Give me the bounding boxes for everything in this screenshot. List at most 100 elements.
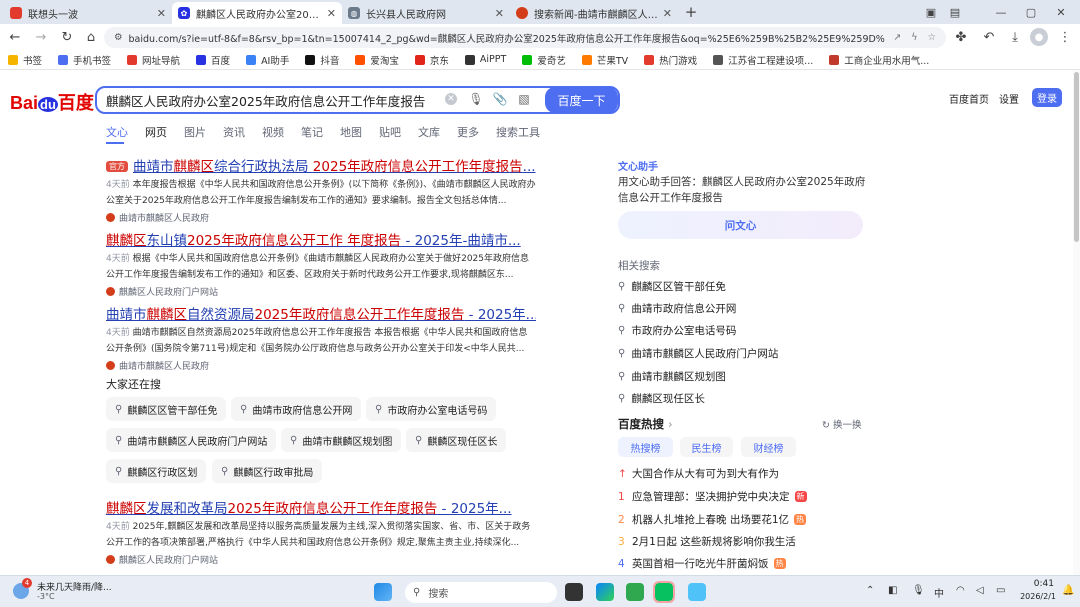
close-window-icon[interactable]: ✕	[1050, 4, 1072, 20]
related-search-item[interactable]: ⚲ 曲靖市麒麟区人民政府门户网站	[618, 346, 778, 361]
bookmark-item[interactable]: 京东	[414, 53, 449, 67]
bookmark-item[interactable]: AiPPT	[464, 54, 506, 65]
edge-browser-icon[interactable]	[596, 583, 614, 601]
also-searched-chip[interactable]: ⚲ 麒麟区区管干部任免	[106, 397, 227, 421]
chevron-up-icon[interactable]: ⌃	[866, 585, 874, 596]
bookmark-item[interactable]: AI助手	[246, 53, 289, 67]
bookmark-item[interactable]: 工商企业用水用气...	[829, 53, 929, 67]
result-source[interactable]: 麒麟区人民政府门户网站	[106, 285, 536, 298]
hot-item[interactable]: 3 2月1日起 这些新规将影响你我生活	[618, 534, 796, 549]
home-icon[interactable]: ⌂	[82, 28, 100, 46]
system-tray-icon[interactable]: ◧	[888, 585, 897, 596]
result-source[interactable]: 麒麟区人民政府门户网站	[106, 553, 536, 566]
refresh-button[interactable]: ↻ 换一换	[822, 417, 862, 431]
scrollbar-thumb[interactable]	[1074, 72, 1079, 242]
tab-map[interactable]: 地图	[340, 124, 362, 140]
bookmark-item[interactable]: 热门游戏	[644, 53, 697, 67]
hot-item[interactable]: ↑ 大国合作从大有可为到大有作为	[618, 466, 779, 481]
tab-1[interactable]: 联想头一波 ✕	[4, 2, 172, 24]
ask-wenxin-button[interactable]: 问文心	[618, 211, 863, 239]
result-title-link[interactable]: 官方 曲靖市麒麟区综合行政执法局 2025年政府信息公开工作年度报告...	[106, 155, 536, 175]
baidu-logo[interactable]: Bai du 百度	[10, 89, 94, 115]
ime-indicator[interactable]: 中	[934, 585, 944, 600]
extensions-icon[interactable]: ▤	[944, 4, 966, 20]
close-icon[interactable]: ✕	[327, 7, 336, 20]
related-search-item[interactable]: ⚲ 曲靖市政府信息公开网	[618, 301, 736, 316]
reload-icon[interactable]: ↻	[58, 28, 76, 46]
related-search-item[interactable]: ⚲ 麒麟区区管干部任免	[618, 279, 726, 294]
baidu-home-link[interactable]: 百度首页	[949, 91, 989, 106]
task-view-icon[interactable]	[565, 583, 583, 601]
undo-icon[interactable]: ↶	[980, 28, 998, 46]
hot-tab[interactable]: 民生榜	[680, 437, 733, 457]
tab-search-tools[interactable]: 搜索工具	[496, 124, 540, 140]
wifi-icon[interactable]: ◠	[956, 585, 965, 596]
tab-news[interactable]: 资讯	[223, 124, 245, 140]
extensions-puzzle-icon[interactable]: ✤	[952, 28, 970, 46]
bookmark-item[interactable]: 网址导航	[127, 53, 180, 67]
hot-tab[interactable]: 热搜榜	[618, 437, 673, 457]
clear-icon[interactable]: ✕	[445, 93, 457, 105]
monitor-app-icon[interactable]	[626, 583, 644, 601]
tab-actions-icon[interactable]: ▣	[920, 4, 942, 20]
related-search-item[interactable]: ⚲ 麒麟区现任区长	[618, 391, 705, 406]
search-input[interactable]: 麒麟区人民政府办公室2025年政府信息公开工作年度报告	[95, 86, 620, 114]
close-icon[interactable]: ✕	[495, 7, 504, 20]
bookmark-item[interactable]: 抖音	[305, 53, 339, 67]
profile-avatar-icon[interactable]: ●	[1030, 28, 1048, 46]
also-searched-chip[interactable]: ⚲ 市政府办公室电话号码	[366, 397, 497, 421]
bookmark-item[interactable]: 书签	[8, 53, 42, 67]
speaker-icon[interactable]: ◁	[976, 585, 984, 596]
bookmark-item[interactable]: 江苏省工程建设项...	[713, 53, 813, 67]
wenxin-prompt-text[interactable]: 用文心助手回答：麒麟区人民政府办公室2025年政府信息公开工作年度报告	[618, 174, 868, 206]
menu-icon[interactable]: ⋮	[1056, 28, 1074, 46]
image-search-icon[interactable]: ▧	[517, 92, 531, 106]
microphone-icon[interactable]: 🎙	[468, 92, 483, 106]
hot-search-heading[interactable]: 百度热搜 ›	[618, 416, 673, 432]
app-icon[interactable]	[688, 583, 706, 601]
tab-tieba[interactable]: 贴吧	[379, 124, 401, 140]
tab-images[interactable]: 图片	[184, 124, 206, 140]
bookmark-item[interactable]: 芒果TV	[581, 53, 628, 67]
also-searched-chip[interactable]: ⚲ 麒麟区行政审批局	[212, 459, 323, 483]
close-icon[interactable]: ✕	[663, 7, 672, 20]
also-searched-chip[interactable]: ⚲ 曲靖市麒麟区人民政府门户网站	[106, 428, 277, 452]
result-title-link[interactable]: 曲靖市麒麟区自然资源局2025年政府信息公开工作年度报告 - 2025年...	[106, 303, 536, 323]
star-icon[interactable]: ☆	[927, 32, 936, 43]
hot-item[interactable]: 1 应急管理部：坚决拥护党中央决定新	[618, 489, 807, 504]
notification-bell-icon[interactable]: 🔔	[1062, 585, 1074, 596]
also-searched-chip[interactable]: ⚲ 麒麟区行政区划	[106, 459, 207, 483]
login-button[interactable]: 登录	[1032, 88, 1062, 107]
download-icon[interactable]: ⤓	[1006, 28, 1024, 46]
also-searched-chip[interactable]: ⚲ 曲靖市政府信息公开网	[231, 397, 362, 421]
tab-2-active[interactable]: ✿ 麒麟区人民政府办公室2025年政府 ✕	[172, 2, 342, 24]
maximize-icon[interactable]: ▢	[1020, 4, 1042, 20]
related-search-item[interactable]: ⚲ 曲靖市麒麟区规划图	[618, 369, 726, 384]
bookmark-item[interactable]: 百度	[196, 53, 230, 67]
minimize-icon[interactable]: —	[990, 4, 1012, 20]
bookmark-item[interactable]: 爱奇艺	[522, 53, 566, 67]
attachment-icon[interactable]: 📎	[493, 92, 508, 106]
windows-start-icon[interactable]	[374, 583, 392, 601]
wechat-icon[interactable]	[653, 581, 675, 603]
taskbar-search[interactable]: ⚲ 搜索	[405, 582, 557, 603]
close-icon[interactable]: ✕	[157, 7, 166, 20]
also-searched-chip[interactable]: ⚲ 曲靖市麒麟区规划图	[281, 428, 402, 452]
new-tab-button[interactable]: +	[680, 3, 702, 21]
lightning-icon[interactable]: ϟ	[911, 32, 917, 43]
result-source[interactable]: 曲靖市麒麟区人民政府	[106, 359, 536, 372]
battery-icon[interactable]: ▭	[996, 585, 1005, 596]
hot-tab[interactable]: 财经榜	[741, 437, 796, 457]
result-source[interactable]: 曲靖市麒麟区人民政府	[106, 211, 536, 224]
tab-wenku[interactable]: 文库	[418, 124, 440, 140]
clock-date[interactable]: 2026/2/1	[1014, 592, 1056, 601]
microphone-icon[interactable]: 🎙	[912, 585, 925, 596]
tab-notes[interactable]: 笔记	[301, 124, 323, 140]
tab-wenxin[interactable]: 文心	[106, 124, 128, 140]
tab-web[interactable]: 网页	[145, 124, 167, 140]
bookmark-item[interactable]: 手机书签	[58, 53, 111, 67]
weather-widget-icon[interactable]: 4	[10, 578, 32, 602]
forward-icon[interactable]: →	[32, 28, 50, 46]
result-title-link[interactable]: 麒麟区东山镇2025年政府信息公开工作 年度报告 - 2025年-曲靖市...	[106, 229, 536, 249]
bookmark-item[interactable]: 爱淘宝	[355, 53, 399, 67]
